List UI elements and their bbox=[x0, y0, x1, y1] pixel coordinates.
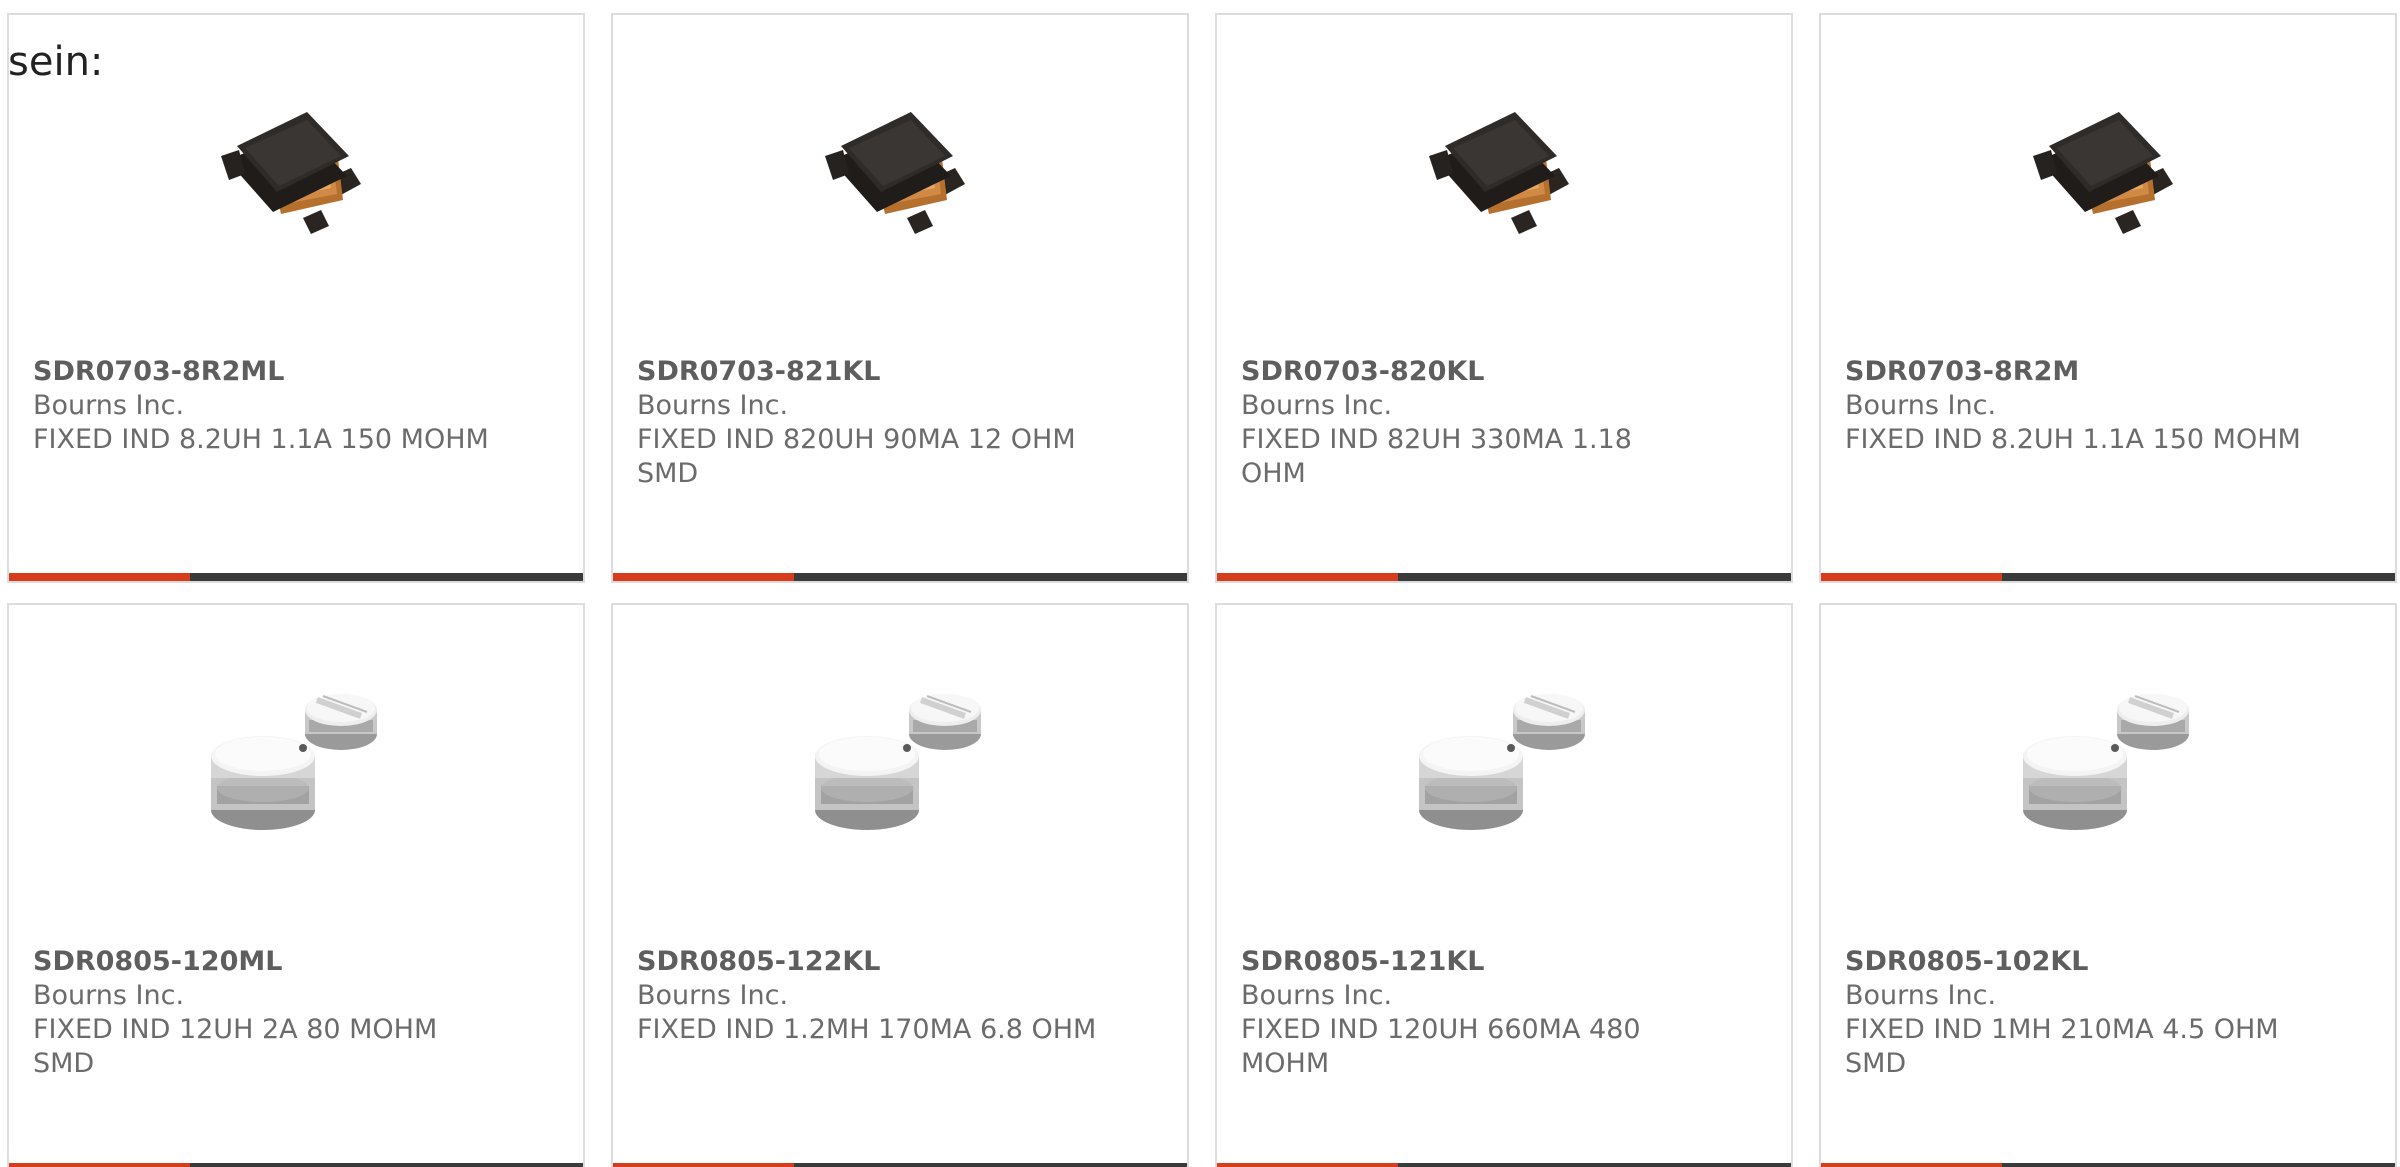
product-description: FIXED IND 1.2MH 170MA 6.8 OHM bbox=[637, 1014, 1097, 1045]
product-grid: SDR0703-8R2ML Bourns Inc. FIXED IND 8.2UH … bbox=[7, 13, 2400, 1167]
product-card[interactable]: SDR0805-102KL Bourns Inc. FIXED IND 1MH 21… bbox=[1819, 603, 2397, 1167]
card-accent-bar bbox=[1217, 573, 1398, 581]
product-image[interactable] bbox=[1821, 75, 2395, 255]
card-bottom-bar bbox=[1217, 573, 1791, 581]
card-bottom-bar bbox=[9, 1163, 583, 1167]
black-smd-inductor-image bbox=[825, 112, 965, 234]
product-info: SDR0805-121KL Bourns Inc. FIXED IND 120UH … bbox=[1241, 945, 1701, 1081]
card-accent-bar bbox=[1821, 1163, 2002, 1167]
product-image[interactable] bbox=[613, 75, 1187, 255]
part-number-link[interactable]: SDR0805-121KL bbox=[1241, 945, 1701, 979]
card-bottom-bar bbox=[1821, 1163, 2395, 1167]
card-bottom-bar bbox=[1821, 573, 2395, 581]
black-smd-inductor-image bbox=[2033, 112, 2173, 234]
manufacturer-label: Bourns Inc. bbox=[1845, 390, 1997, 421]
product-card[interactable]: SDR0703-8R2ML Bourns Inc. FIXED IND 8.2UH … bbox=[7, 13, 585, 583]
product-info: SDR0805-102KL Bourns Inc. FIXED IND 1MH 21… bbox=[1845, 945, 2305, 1081]
product-image[interactable] bbox=[9, 75, 583, 255]
product-info: SDR0805-122KL Bourns Inc. FIXED IND 1.2MH … bbox=[637, 945, 1097, 1047]
part-number-link[interactable]: SDR0703-820KL bbox=[1241, 355, 1701, 389]
product-image[interactable] bbox=[9, 665, 583, 845]
white-drum-inductor-image bbox=[815, 694, 981, 830]
card-accent-bar bbox=[9, 573, 190, 581]
card-accent-bar bbox=[1821, 573, 2002, 581]
manufacturer-label: Bourns Inc. bbox=[1241, 980, 1393, 1011]
product-description: FIXED IND 820UH 90MA 12 OHM SMD bbox=[637, 424, 1076, 489]
product-card[interactable]: SDR0805-120ML Bourns Inc. FIXED IND 12UH 2… bbox=[7, 603, 585, 1167]
card-accent-bar bbox=[613, 1163, 794, 1167]
product-card[interactable]: SDR0703-8R2M Bourns Inc. FIXED IND 8.2UH 1… bbox=[1819, 13, 2397, 583]
product-card[interactable]: SDR0805-122KL Bourns Inc. FIXED IND 1.2MH … bbox=[611, 603, 1189, 1167]
page: SDR0703-8R2ML Bourns Inc. FIXED IND 8.2UH … bbox=[0, 0, 2400, 1167]
product-card[interactable]: SDR0703-821KL Bourns Inc. FIXED IND 820UH … bbox=[611, 13, 1189, 583]
product-description: FIXED IND 82UH 330MA 1.18 OHM bbox=[1241, 424, 1632, 489]
product-image[interactable] bbox=[1217, 75, 1791, 255]
product-description: FIXED IND 1MH 210MA 4.5 OHM SMD bbox=[1845, 1014, 2279, 1079]
product-description: FIXED IND 8.2UH 1.1A 150 MOHM bbox=[33, 424, 489, 455]
product-description: FIXED IND 120UH 660MA 480 MOHM bbox=[1241, 1014, 1641, 1079]
part-number-link[interactable]: SDR0703-8R2ML bbox=[33, 355, 493, 389]
product-info: SDR0703-8R2M Bourns Inc. FIXED IND 8.2UH 1… bbox=[1845, 355, 2305, 457]
white-drum-inductor-image bbox=[1419, 694, 1585, 830]
black-smd-inductor-image bbox=[221, 112, 361, 234]
product-info: SDR0703-820KL Bourns Inc. FIXED IND 82UH 3… bbox=[1241, 355, 1701, 491]
white-drum-inductor-image bbox=[2023, 694, 2189, 830]
product-image[interactable] bbox=[1217, 665, 1791, 845]
card-accent-bar bbox=[1217, 1163, 1398, 1167]
manufacturer-label: Bourns Inc. bbox=[1845, 980, 1997, 1011]
manufacturer-label: Bourns Inc. bbox=[1241, 390, 1393, 421]
card-bottom-bar bbox=[9, 573, 583, 581]
card-accent-bar bbox=[613, 573, 794, 581]
product-card[interactable]: SDR0805-121KL Bourns Inc. FIXED IND 120UH … bbox=[1215, 603, 1793, 1167]
card-accent-bar bbox=[9, 1163, 190, 1167]
card-bottom-bar bbox=[613, 573, 1187, 581]
card-bottom-bar bbox=[1217, 1163, 1791, 1167]
manufacturer-label: Bourns Inc. bbox=[33, 980, 185, 1011]
product-image[interactable] bbox=[613, 665, 1187, 845]
part-number-link[interactable]: SDR0805-102KL bbox=[1845, 945, 2305, 979]
product-card[interactable]: SDR0703-820KL Bourns Inc. FIXED IND 82UH 3… bbox=[1215, 13, 1793, 583]
product-image[interactable] bbox=[1821, 665, 2395, 845]
part-number-link[interactable]: SDR0805-120ML bbox=[33, 945, 493, 979]
white-drum-inductor-image bbox=[211, 694, 377, 830]
product-info: SDR0703-821KL Bourns Inc. FIXED IND 820UH … bbox=[637, 355, 1097, 491]
product-description: FIXED IND 12UH 2A 80 MOHM SMD bbox=[33, 1014, 438, 1079]
product-info: SDR0805-120ML Bourns Inc. FIXED IND 12UH 2… bbox=[33, 945, 493, 1081]
part-number-link[interactable]: SDR0703-821KL bbox=[637, 355, 1097, 389]
manufacturer-label: Bourns Inc. bbox=[33, 390, 185, 421]
product-info: SDR0703-8R2ML Bourns Inc. FIXED IND 8.2UH … bbox=[33, 355, 493, 457]
part-number-link[interactable]: SDR0805-122KL bbox=[637, 945, 1097, 979]
manufacturer-label: Bourns Inc. bbox=[637, 980, 789, 1011]
manufacturer-label: Bourns Inc. bbox=[637, 390, 789, 421]
card-bottom-bar bbox=[613, 1163, 1187, 1167]
product-description: FIXED IND 8.2UH 1.1A 150 MOHM bbox=[1845, 424, 2301, 455]
part-number-link[interactable]: SDR0703-8R2M bbox=[1845, 355, 2305, 389]
black-smd-inductor-image bbox=[1429, 112, 1569, 234]
intro-text: sein: bbox=[8, 39, 104, 85]
